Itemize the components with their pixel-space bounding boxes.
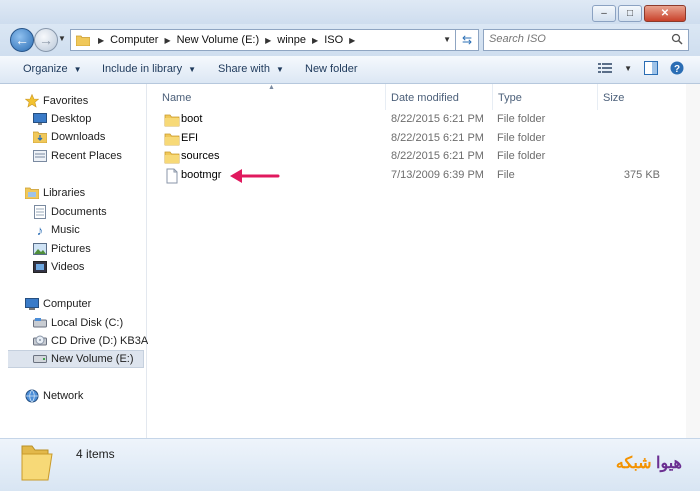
- sidebar-item-new-volume[interactable]: New Volume (E:): [8, 350, 144, 368]
- sidebar-item-downloads[interactable]: Downloads: [32, 128, 105, 146]
- breadcrumb-new-volume[interactable]: ▶ New Volume (E:): [158, 30, 259, 50]
- svg-text:?: ?: [674, 64, 680, 75]
- forward-button[interactable]: →: [34, 28, 58, 52]
- help-icon[interactable]: ?: [670, 61, 684, 75]
- breadcrumb-iso[interactable]: ▶ ISO ▶: [306, 30, 361, 50]
- sidebar-computer[interactable]: Computer: [24, 295, 91, 313]
- minimize-button[interactable]: –: [592, 5, 616, 22]
- computer-icon: [24, 296, 40, 312]
- organize-menu[interactable]: Organize ▼: [23, 63, 82, 75]
- column-divider: [597, 84, 598, 110]
- arrow-left-icon: ←: [15, 32, 29, 48]
- watermark-logo: هیوا شبکه: [615, 455, 682, 472]
- folder-icon: [164, 114, 180, 127]
- arrow-right-icon: →: [39, 32, 53, 48]
- address-dropdown-icon[interactable]: ▼: [443, 35, 451, 44]
- videos-icon: [32, 259, 48, 275]
- include-in-library-menu[interactable]: Include in library ▼: [102, 63, 196, 75]
- details-pane: 4 items هیوا شبکه: [0, 438, 700, 491]
- window-controls: – □ ✕: [592, 5, 686, 22]
- navigation-bar: ← → ▼ ▶ Computer ▶ New Volume (E:) ▶ winpe …: [0, 24, 700, 56]
- view-list-icon[interactable]: [598, 62, 613, 74]
- title-bar: – □ ✕: [0, 0, 700, 26]
- view-dropdown-icon[interactable]: ▼: [624, 64, 632, 73]
- star-icon: [24, 93, 40, 109]
- cd-drive-icon: [32, 333, 48, 349]
- refresh-icon: ⇆: [461, 33, 473, 47]
- music-icon: ♪: [36, 222, 44, 238]
- item-count: 4 items: [76, 447, 115, 461]
- maximize-button[interactable]: □: [618, 5, 642, 22]
- chevron-right-icon: ▶: [312, 35, 319, 45]
- history-dropdown-icon[interactable]: ▼: [58, 34, 66, 43]
- breadcrumb-computer[interactable]: ▶ Computer: [92, 30, 158, 50]
- chevron-right-icon: ▶: [265, 35, 272, 45]
- column-header-type[interactable]: Type: [498, 88, 522, 108]
- new-folder-button[interactable]: New folder: [305, 63, 358, 75]
- chevron-down-icon: ▼: [188, 65, 197, 74]
- search-input[interactable]: [489, 33, 659, 45]
- sort-indicator-icon: ▲: [268, 84, 275, 91]
- downloads-folder-icon: [32, 129, 48, 145]
- sidebar-item-recent-places[interactable]: Recent Places: [32, 147, 122, 165]
- chevron-down-icon: ▼: [275, 65, 284, 74]
- chevron-right-icon: ▶: [98, 35, 105, 45]
- file-icon: [166, 168, 178, 184]
- address-bar[interactable]: ▶ Computer ▶ New Volume (E:) ▶ winpe ▶ ISO ▶ …: [70, 29, 456, 51]
- sidebar-item-videos[interactable]: Videos: [32, 258, 84, 276]
- chevron-down-icon: ▼: [73, 65, 82, 74]
- search-box[interactable]: [483, 29, 689, 51]
- file-list: ▲ Name Date modified Type Size boot 8/22…: [148, 84, 686, 438]
- folder-icon: [164, 133, 180, 146]
- sidebar-item-pictures[interactable]: Pictures: [32, 240, 91, 258]
- sidebar-item-music[interactable]: ♪ Music: [32, 221, 80, 239]
- column-header-date-modified[interactable]: Date modified: [391, 88, 459, 108]
- column-divider: [385, 84, 386, 110]
- hard-drive-icon: [32, 315, 48, 331]
- chevron-right-icon: ▶: [349, 35, 356, 45]
- sidebar-libraries[interactable]: Libraries: [24, 184, 85, 202]
- preview-pane-icon[interactable]: [644, 61, 658, 75]
- network-icon: [24, 388, 40, 404]
- file-row[interactable]: boot 8/22/2015 6:21 PM File folder: [160, 110, 680, 129]
- folder-icon: [21, 445, 53, 481]
- search-icon: [671, 33, 683, 45]
- sidebar-network[interactable]: Network: [24, 387, 83, 405]
- file-row[interactable]: EFI 8/22/2015 6:21 PM File folder: [160, 129, 680, 148]
- chevron-right-icon: ▶: [164, 35, 171, 45]
- folder-icon: [74, 34, 92, 46]
- pictures-icon: [32, 241, 48, 257]
- column-header-size[interactable]: Size: [603, 88, 624, 108]
- sidebar-item-local-disk[interactable]: Local Disk (C:): [32, 314, 123, 332]
- folder-icon: [164, 151, 180, 164]
- sidebar-item-documents[interactable]: Documents: [32, 203, 107, 221]
- navigation-pane: Favorites Desktop Downloads Recent Place…: [0, 84, 159, 438]
- libraries-icon: [24, 185, 40, 201]
- command-bar: Organize ▼ Include in library ▼ Share with…: [0, 56, 700, 84]
- documents-icon: [32, 204, 48, 220]
- column-divider: [492, 84, 493, 110]
- sidebar-item-cd-drive[interactable]: CD Drive (D:) KB3AIK: [32, 332, 159, 350]
- hard-drive-icon: [32, 351, 48, 367]
- share-with-menu[interactable]: Share with ▼: [218, 63, 284, 75]
- view-controls: ▼ ?: [598, 61, 684, 75]
- sidebar-favorites[interactable]: Favorites: [24, 92, 88, 110]
- recent-places-icon: [32, 148, 48, 164]
- column-header-name[interactable]: Name: [162, 88, 191, 108]
- refresh-button[interactable]: ⇆: [455, 29, 479, 51]
- close-button[interactable]: ✕: [644, 5, 686, 22]
- file-row[interactable]: sources 8/22/2015 6:21 PM File folder: [160, 147, 680, 166]
- annotation-arrow-icon: [230, 169, 280, 183]
- sidebar-item-desktop[interactable]: Desktop: [32, 110, 91, 128]
- back-button[interactable]: ←: [10, 28, 34, 52]
- desktop-icon: [32, 111, 48, 127]
- vertical-scrollbar[interactable]: [686, 84, 700, 438]
- breadcrumb-winpe[interactable]: ▶ winpe: [259, 30, 306, 50]
